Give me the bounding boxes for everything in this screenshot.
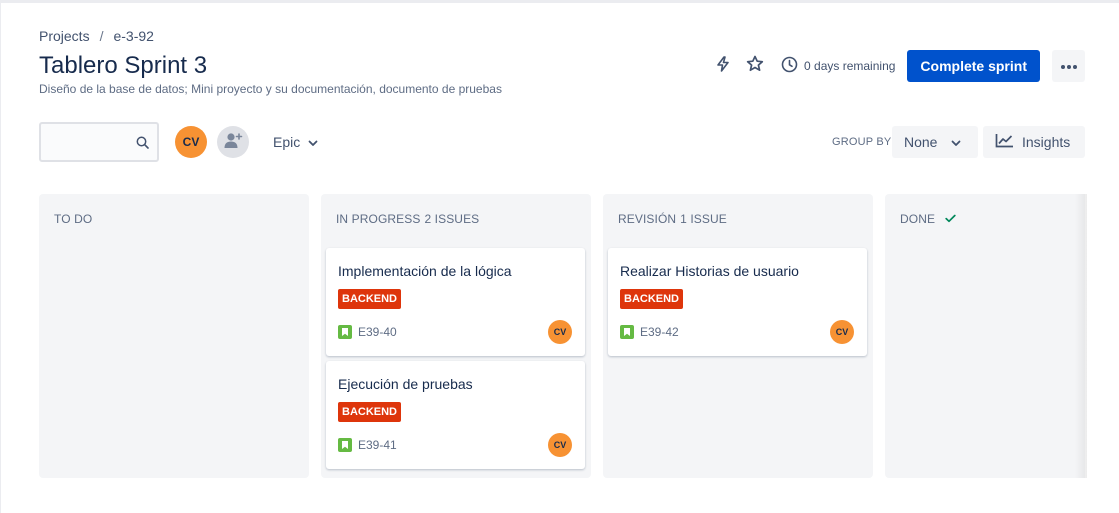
assignee-avatar[interactable]: CV: [830, 320, 854, 344]
issue-key-text: E39-42: [640, 325, 679, 339]
column-title: REVISIÓN: [618, 212, 677, 226]
card-title: Realizar Historias de usuario: [620, 263, 799, 279]
column-to-do: TO DO: [39, 194, 309, 478]
breadcrumb: Projects / e-3-92: [39, 28, 154, 44]
time-remaining: 0 days remaining: [781, 56, 895, 76]
breadcrumb-separator: /: [99, 28, 104, 44]
sprint-goal: Diseño de la base de datos; Mini proyect…: [39, 82, 502, 96]
issue-key-text: E39-41: [358, 438, 397, 452]
group-by-label: GROUP BY: [832, 136, 892, 148]
epic-label-badge: BACKEND: [338, 402, 401, 422]
star-button[interactable]: [739, 50, 771, 82]
chevron-down-icon: [937, 134, 961, 150]
column-title: IN PROGRESS: [336, 212, 421, 226]
issue-key: E39-40: [338, 325, 397, 339]
column-header: REVISIÓN 1 ISSUE: [618, 212, 727, 226]
assignee-avatar[interactable]: CV: [548, 320, 572, 344]
issue-card[interactable]: Realizar Historias de usuario BACKEND E3…: [608, 248, 867, 356]
chevron-down-icon: [300, 134, 318, 150]
epic-label-badge: BACKEND: [620, 289, 683, 309]
group-by-dropdown[interactable]: None: [892, 126, 978, 158]
column-title: DONE: [900, 212, 936, 226]
epic-filter-dropdown[interactable]: Epic: [261, 126, 330, 158]
issue-key: E39-41: [338, 438, 397, 452]
column-header: IN PROGRESS 2 ISSUES: [336, 212, 479, 226]
add-person-icon: [223, 131, 243, 154]
breadcrumb-projects[interactable]: Projects: [39, 28, 90, 44]
check-icon: [935, 212, 956, 226]
epic-label-badge: BACKEND: [338, 289, 401, 309]
issue-key: E39-42: [620, 325, 679, 339]
issue-key-text: E39-40: [358, 325, 397, 339]
add-people-button[interactable]: [217, 126, 249, 158]
story-icon: [338, 325, 352, 339]
avatar-filter[interactable]: CV: [175, 126, 207, 158]
page-title: Tablero Sprint 3: [39, 52, 208, 79]
insights-button[interactable]: Insights: [983, 126, 1085, 158]
column-revision: REVISIÓN 1 ISSUE Realizar Historias de u…: [603, 194, 873, 478]
card-title: Ejecución de pruebas: [338, 376, 473, 392]
column-done: DONE: [885, 194, 1085, 478]
breadcrumb-project[interactable]: e-3-92: [113, 28, 153, 44]
issue-card[interactable]: Implementación de la lógica BACKEND E39-…: [326, 248, 585, 356]
star-icon: [745, 54, 765, 79]
insights-label: Insights: [1022, 134, 1071, 150]
top-border: [0, 0, 1119, 3]
column-header: DONE: [900, 212, 956, 226]
left-border: [0, 0, 1, 513]
column-in-progress: IN PROGRESS 2 ISSUES Implementación de l…: [321, 194, 591, 478]
column-count: 2 ISSUES: [424, 212, 480, 226]
issue-card[interactable]: Ejecución de pruebas BACKEND E39-41 CV: [326, 361, 585, 469]
more-actions-button[interactable]: [1052, 50, 1085, 82]
clock-icon: [781, 56, 804, 76]
automation-button[interactable]: [707, 50, 739, 82]
column-header: TO DO: [54, 212, 92, 226]
card-title: Implementación de la lógica: [338, 263, 512, 279]
chart-line-icon: [995, 133, 1022, 151]
complete-sprint-button[interactable]: Complete sprint: [907, 50, 1040, 82]
assignee-avatar[interactable]: CV: [548, 433, 572, 457]
column-title: TO DO: [54, 212, 93, 226]
story-icon: [338, 438, 352, 452]
epic-label: Epic: [273, 134, 301, 150]
scroll-fade: [1075, 194, 1087, 478]
automation-icon: [714, 55, 732, 78]
more-icon: [1060, 57, 1078, 75]
header-actions: 0 days remaining Complete sprint: [707, 50, 1085, 82]
board-toolbar: CV Epic GROUP BY None Insights: [39, 122, 1086, 162]
story-icon: [620, 325, 634, 339]
group-by-value: None: [904, 134, 938, 150]
time-remaining-text: 0 days remaining: [804, 59, 896, 73]
column-count: 1 ISSUE: [680, 212, 727, 226]
search-input[interactable]: [39, 122, 159, 162]
